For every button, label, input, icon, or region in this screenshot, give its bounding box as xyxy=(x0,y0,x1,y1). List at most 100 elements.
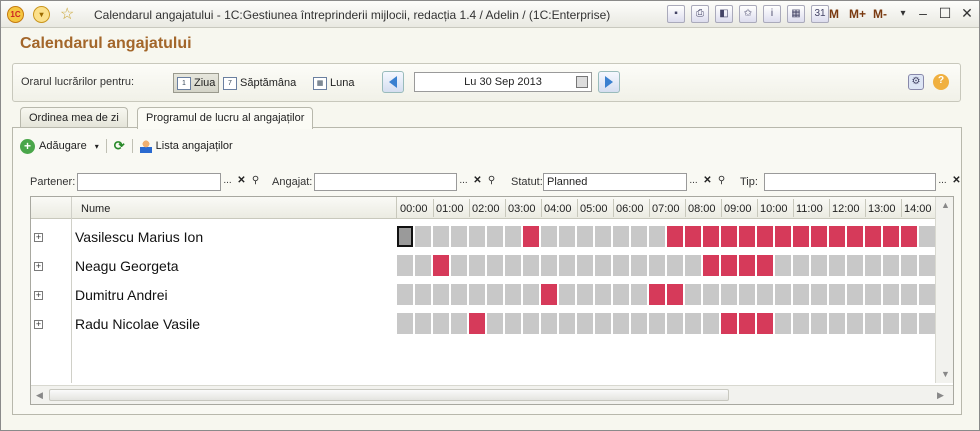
employee-clear-icon[interactable]: ✕ xyxy=(471,173,484,191)
free-slot[interactable] xyxy=(793,284,809,305)
free-slot[interactable] xyxy=(613,284,629,305)
employee-name[interactable]: Neagu Georgeta xyxy=(75,258,179,274)
refresh-icon[interactable]: ⟳ xyxy=(114,138,125,154)
free-slot[interactable] xyxy=(613,255,629,276)
busy-slot[interactable] xyxy=(523,226,539,247)
preview-icon[interactable]: ◧ xyxy=(715,5,733,23)
free-slot[interactable] xyxy=(505,255,521,276)
free-slot[interactable] xyxy=(847,284,863,305)
free-slot[interactable] xyxy=(433,313,449,334)
busy-slot[interactable] xyxy=(721,313,737,334)
busy-slot[interactable] xyxy=(703,255,719,276)
1c-logo-icon[interactable]: 1C xyxy=(7,6,24,23)
free-slot[interactable] xyxy=(811,284,827,305)
busy-slot[interactable] xyxy=(667,284,683,305)
status-input[interactable]: Planned xyxy=(543,173,687,191)
scroll-left-icon[interactable]: ◀ xyxy=(36,390,43,401)
type-input[interactable] xyxy=(764,173,936,191)
busy-slot[interactable] xyxy=(649,284,665,305)
free-slot[interactable] xyxy=(901,284,917,305)
partner-search-icon[interactable]: ⚲ xyxy=(249,173,262,191)
free-slot[interactable] xyxy=(613,226,629,247)
row-expand-icon[interactable]: + xyxy=(34,320,43,329)
free-slot[interactable] xyxy=(649,313,665,334)
mem-minus-button[interactable]: M- xyxy=(873,7,887,21)
free-slot[interactable] xyxy=(685,313,701,334)
busy-slot[interactable] xyxy=(901,226,917,247)
free-slot[interactable] xyxy=(667,255,683,276)
free-slot[interactable] xyxy=(865,255,881,276)
free-slot[interactable] xyxy=(847,313,863,334)
free-slot[interactable] xyxy=(595,284,611,305)
employee-select-button[interactable]: ... xyxy=(457,173,470,191)
free-slot[interactable] xyxy=(433,226,449,247)
free-slot[interactable] xyxy=(685,284,701,305)
busy-slot[interactable] xyxy=(739,255,755,276)
employee-input[interactable] xyxy=(314,173,457,191)
horizontal-scroll-thumb[interactable] xyxy=(49,389,729,401)
calculator-icon[interactable]: ▦ xyxy=(787,5,805,23)
free-slot[interactable] xyxy=(469,226,485,247)
free-slot[interactable] xyxy=(505,313,521,334)
free-slot[interactable] xyxy=(667,313,683,334)
free-slot[interactable] xyxy=(829,313,845,334)
free-slot[interactable] xyxy=(631,226,647,247)
free-slot[interactable] xyxy=(523,313,539,334)
free-slot[interactable] xyxy=(883,284,899,305)
partner-select-button[interactable]: ... xyxy=(221,173,234,191)
partner-clear-icon[interactable]: ✕ xyxy=(235,173,248,191)
settings-icon[interactable]: ⚙ xyxy=(908,74,924,90)
name-column-header[interactable]: Nume xyxy=(81,203,110,215)
help-icon[interactable]: ? xyxy=(933,74,949,90)
free-slot[interactable] xyxy=(541,226,557,247)
add-icon[interactable]: + xyxy=(20,138,35,154)
free-slot[interactable] xyxy=(595,313,611,334)
row-expand-icon[interactable]: + xyxy=(34,262,43,271)
busy-slot[interactable] xyxy=(739,226,755,247)
free-slot[interactable] xyxy=(919,226,935,247)
free-slot[interactable] xyxy=(415,255,431,276)
status-search-icon[interactable]: ⚲ xyxy=(715,173,728,191)
view-month-button[interactable]: ▦ Luna xyxy=(310,73,357,93)
busy-slot[interactable] xyxy=(865,226,881,247)
maximize-icon[interactable]: ☐ xyxy=(936,5,954,22)
free-slot[interactable] xyxy=(829,284,845,305)
free-slot[interactable] xyxy=(919,313,935,334)
free-slot[interactable] xyxy=(487,313,503,334)
free-slot[interactable] xyxy=(811,255,827,276)
minimize-icon[interactable]: – xyxy=(914,5,932,21)
print-icon[interactable]: ⎙ xyxy=(691,5,709,23)
busy-slot[interactable] xyxy=(811,226,827,247)
free-slot[interactable] xyxy=(865,313,881,334)
free-slot[interactable] xyxy=(739,284,755,305)
view-week-button[interactable]: 7 Săptămâna xyxy=(220,73,299,93)
free-slot[interactable] xyxy=(829,255,845,276)
horizontal-scrollbar[interactable]: ◀ ▶ xyxy=(31,385,953,404)
free-slot[interactable] xyxy=(541,255,557,276)
free-slot[interactable] xyxy=(397,226,413,247)
scroll-up-icon[interactable]: ▲ xyxy=(941,200,950,210)
mem-button[interactable]: M xyxy=(829,7,839,21)
busy-slot[interactable] xyxy=(721,255,737,276)
prev-date-button[interactable] xyxy=(382,71,404,93)
busy-slot[interactable] xyxy=(883,226,899,247)
free-slot[interactable] xyxy=(631,255,647,276)
free-slot[interactable] xyxy=(451,284,467,305)
busy-slot[interactable] xyxy=(829,226,845,247)
free-slot[interactable] xyxy=(505,226,521,247)
main-menu-icon[interactable]: ▾ xyxy=(33,6,50,23)
free-slot[interactable] xyxy=(433,284,449,305)
busy-slot[interactable] xyxy=(757,255,773,276)
next-date-button[interactable] xyxy=(598,71,620,93)
add-button[interactable]: Adăugare xyxy=(39,140,87,152)
free-slot[interactable] xyxy=(559,313,575,334)
free-slot[interactable] xyxy=(757,284,773,305)
busy-slot[interactable] xyxy=(757,226,773,247)
type-select-button[interactable]: ... xyxy=(936,173,949,191)
busy-slot[interactable] xyxy=(739,313,755,334)
free-slot[interactable] xyxy=(397,255,413,276)
scroll-down-icon[interactable]: ▼ xyxy=(941,369,950,379)
free-slot[interactable] xyxy=(847,255,863,276)
free-slot[interactable] xyxy=(613,313,629,334)
employee-name[interactable]: Vasilescu Marius Ion xyxy=(75,229,203,245)
